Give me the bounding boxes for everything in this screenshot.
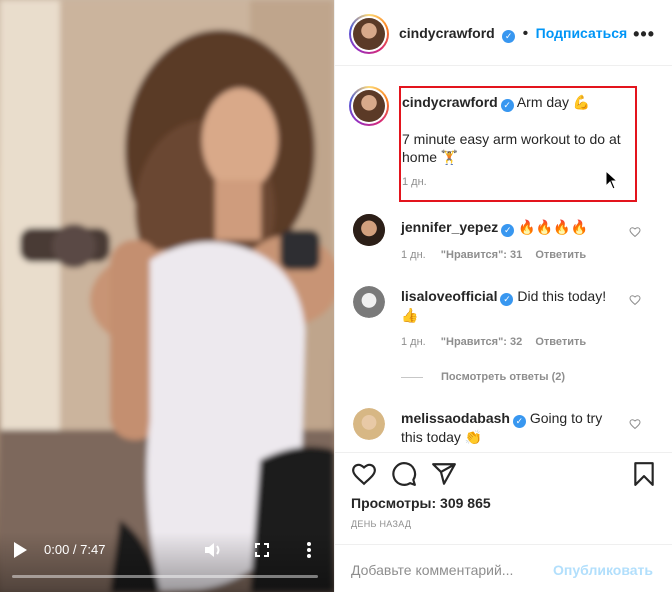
comment-text: Did this today! [517,288,607,304]
like-comment-heart-icon[interactable] [629,226,641,238]
caption-body: 7 minute easy arm workout to do at home [402,131,621,165]
comment-text: Going to try [529,410,603,426]
publish-button[interactable]: Опубликовать [553,562,653,578]
author-avatar[interactable] [349,14,389,54]
volume-icon[interactable] [204,541,224,559]
commenter-avatar[interactable] [353,214,385,246]
verified-badge-icon: ✓ [501,224,515,237]
more-vertical-icon[interactable] [304,541,314,559]
like-comment-heart-icon[interactable] [629,294,641,306]
comment-username[interactable]: lisaloveofficial [401,288,497,304]
video-controls [0,532,334,592]
flexed-bicep-emoji: 💪 [572,94,591,110]
verified-badge-icon: ✓ [500,293,514,306]
reply-button[interactable]: Ответить [535,249,586,261]
views-count[interactable]: Просмотры: 309 865 [351,495,491,511]
clapping-hands-emoji: 👏 [464,429,483,445]
caption-title: Arm day [516,94,569,110]
verified-badge-icon: ✓ [502,30,516,43]
comment-item: jennifer_yepez ✓ 🔥🔥🔥🔥 1 дн. "Нравится": 3… [401,218,631,261]
commenter-avatar[interactable] [353,408,385,440]
author-username[interactable]: cindycrawford [399,25,495,41]
comment-likes[interactable]: "Нравится": 32 [441,336,522,348]
comment-text: 🔥🔥🔥🔥 [518,219,588,235]
caption-username[interactable]: cindycrawford [402,94,498,110]
comment-input[interactable]: Добавьте комментарий... [351,562,513,578]
caption-author-avatar[interactable] [349,86,389,126]
comment-text-continued: this today [401,429,461,445]
verified-badge-icon: ✓ [512,415,526,428]
thumbs-up-emoji: 👍 [401,307,419,323]
video-player[interactable]: 0:00 / 7:47 [0,0,334,592]
post-timestamp[interactable]: ДЕНЬ НАЗАД [351,519,411,529]
instagram-post-modal: 0:00 / 7:47 cindycrawford ✓ • Подписатьс… [0,0,672,592]
reply-button[interactable]: Ответить [535,336,586,348]
post-caption: cindycrawford ✓ Arm day 💪 7 minute easy a… [402,93,632,188]
comment-time[interactable]: 1 дн. [401,336,426,348]
header-separator: • [522,25,529,42]
video-frame [0,0,334,592]
weight-lifter-emoji: 🏋 [440,149,459,165]
verified-badge-icon: ✓ [500,99,514,112]
comments-list: cindycrawford ✓ Arm day 💪 7 minute easy a… [335,66,672,452]
post-actions: Просмотры: 309 865 ДЕНЬ НАЗАД [335,452,672,544]
replies-divider [401,377,423,378]
add-comment-bar: Добавьте комментарий... Опубликовать [335,544,672,592]
play-icon[interactable] [12,541,28,559]
follow-button[interactable]: Подписаться [536,25,628,41]
comment-item: melissaodabash ✓ Going to try this today … [401,409,631,446]
comment-item: lisaloveofficial ✓ Did this today! 👍 1 дн… [401,287,631,348]
more-options-icon[interactable]: ••• [633,24,655,45]
save-bookmark-icon[interactable] [631,461,657,487]
mouse-cursor-icon [605,170,619,190]
comment-username[interactable]: melissaodabash [401,410,510,426]
caption-time[interactable]: 1 дн. [402,176,632,188]
post-side-panel: cindycrawford ✓ • Подписаться ••• cindyc… [334,0,672,592]
video-time: 0:00 / 7:47 [44,542,106,557]
comment-time[interactable]: 1 дн. [401,249,426,261]
like-heart-icon[interactable] [351,461,377,487]
video-progress-bar[interactable] [12,575,318,578]
like-comment-heart-icon[interactable] [629,418,641,430]
view-replies-button[interactable]: Посмотреть ответы (2) [441,371,565,383]
commenter-avatar[interactable] [353,286,385,318]
comment-bubble-icon[interactable] [391,461,417,487]
share-paper-plane-icon[interactable] [431,461,457,487]
comment-username[interactable]: jennifer_yepez [401,219,498,235]
comment-likes[interactable]: "Нравится": 31 [441,249,522,261]
post-header: cindycrawford ✓ • Подписаться ••• [335,0,672,66]
fullscreen-icon[interactable] [254,541,270,559]
